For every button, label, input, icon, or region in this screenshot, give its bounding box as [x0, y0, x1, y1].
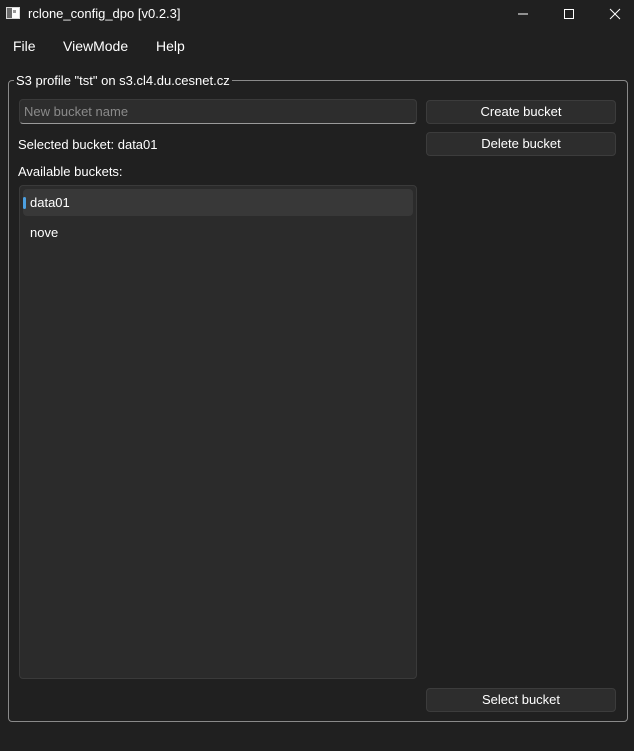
maximize-icon [564, 9, 574, 19]
list-item[interactable]: nove [23, 219, 413, 246]
window-title: rclone_config_dpo [v0.2.3] [28, 6, 181, 21]
app-window-icon [6, 7, 20, 19]
menu-bar: File ViewMode Help [0, 32, 634, 60]
close-icon [609, 8, 621, 20]
minimize-icon [518, 13, 528, 15]
maximize-button[interactable] [546, 0, 592, 28]
available-buckets-label: Available buckets: [18, 164, 123, 179]
selected-bucket-label: Selected bucket: data01 [18, 137, 158, 152]
list-item-label: data01 [30, 195, 70, 210]
minimize-button[interactable] [500, 0, 546, 28]
new-bucket-name-input[interactable] [19, 99, 417, 124]
delete-bucket-button[interactable]: Delete bucket [426, 132, 616, 156]
title-bar[interactable]: rclone_config_dpo [v0.2.3] [0, 0, 634, 28]
list-item-label: nove [30, 225, 59, 240]
bucket-list[interactable]: data01 nove [19, 185, 417, 679]
group-title: S3 profile "tst" on s3.cl4.du.cesnet.cz [14, 73, 232, 88]
select-bucket-button[interactable]: Select bucket [426, 688, 616, 712]
menu-help[interactable]: Help [156, 38, 185, 54]
menu-viewmode[interactable]: ViewMode [63, 38, 128, 54]
create-bucket-button[interactable]: Create bucket [426, 100, 616, 124]
close-button[interactable] [592, 0, 634, 28]
menu-file[interactable]: File [13, 38, 36, 54]
list-item[interactable]: data01 [23, 189, 413, 216]
